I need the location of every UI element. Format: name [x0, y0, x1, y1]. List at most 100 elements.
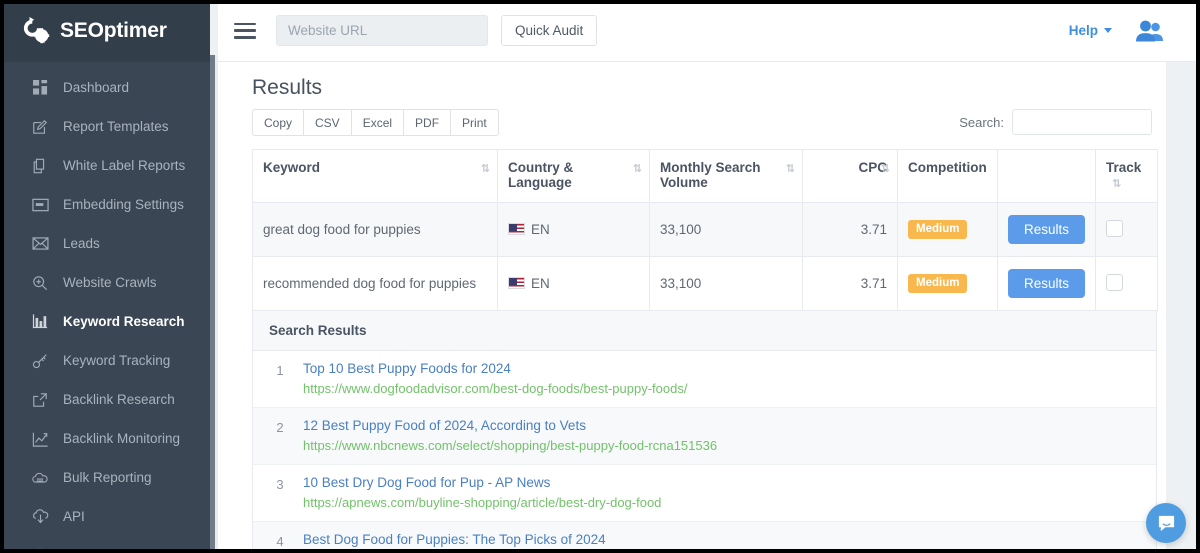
sidebar-item-backlink-research[interactable]: Backlink Research [0, 380, 210, 419]
col-country-language[interactable]: Country & Language ⇅ [498, 150, 650, 203]
list-item: 2 12 Best Puppy Food of 2024, According … [253, 408, 1156, 465]
sidebar-item-label: Dashboard [63, 80, 129, 95]
us-flag-icon [508, 277, 525, 289]
magnifier-plus-icon [30, 274, 50, 292]
export-button-group: Copy CSV Excel PDF Print [252, 109, 499, 136]
copy-button[interactable]: Copy [252, 109, 303, 136]
result-url-link[interactable]: https://www.nbcnews.com/select/shopping/… [303, 438, 717, 453]
website-url-input[interactable] [276, 15, 488, 46]
users-account-icon[interactable] [1134, 19, 1164, 43]
result-rank: 4 [267, 532, 293, 549]
sidebar-item-label: Bulk Reporting [63, 470, 152, 485]
cell-keyword: great dog food for puppies [253, 203, 498, 257]
cell-track [1096, 203, 1158, 257]
sidebar-item-report-templates[interactable]: Report Templates [0, 107, 210, 146]
language-code: EN [531, 222, 550, 237]
sidebar-item-label: Leads [63, 236, 100, 251]
keyword-results-table: Keyword ⇅ Country & Language ⇅ Monthly S… [252, 149, 1158, 311]
result-url-link[interactable]: https://apnews.com/buyline-shopping/arti… [303, 495, 661, 510]
pdf-button[interactable]: PDF [403, 109, 450, 136]
sidebar-scrollbar-thumb[interactable] [210, 55, 215, 553]
col-cpc[interactable]: CPC ⇅ [803, 150, 898, 203]
sidebar-item-bulk-reporting[interactable]: Bulk Reporting [0, 458, 210, 497]
sort-updown-icon[interactable]: ⇅ [633, 162, 641, 175]
result-title-link[interactable]: 12 Best Puppy Food of 2024, According to… [303, 418, 717, 433]
cell-cpc: 3.71 [803, 203, 898, 257]
sidebar-item-embedding-settings[interactable]: Embedding Settings [0, 185, 210, 224]
table-row: recommended dog food for puppies EN 33,1… [253, 257, 1158, 311]
cell-volume: 33,100 [650, 257, 803, 311]
search-results-panel: Search Results 1 Top 10 Best Puppy Foods… [252, 310, 1157, 553]
status-badge: Medium [908, 220, 967, 239]
track-checkbox[interactable] [1106, 274, 1123, 291]
row-results-button[interactable]: Results [1008, 215, 1085, 244]
sidebar-item-label: Embedding Settings [63, 197, 184, 212]
sidebar-item-website-crawls[interactable]: Website Crawls [0, 263, 210, 302]
cell-cpc: 3.71 [803, 257, 898, 311]
sort-updown-icon[interactable]: ⇅ [1112, 177, 1120, 190]
cell-action: Results [998, 203, 1096, 257]
col-monthly-search-volume[interactable]: Monthly Search Volume ⇅ [650, 150, 803, 203]
print-button[interactable]: Print [450, 109, 499, 136]
col-label: Monthly Search Volume [660, 160, 761, 190]
copy-pages-icon [30, 157, 50, 175]
col-keyword[interactable]: Keyword ⇅ [253, 150, 498, 203]
sidebar-item-backlink-monitoring[interactable]: Backlink Monitoring [0, 419, 210, 458]
sidebar-item-keyword-tracking[interactable]: Keyword Tracking [0, 341, 210, 380]
chat-bubble-button[interactable] [1146, 503, 1186, 543]
result-title-link[interactable]: 10 Best Dry Dog Food for Pup - AP News [303, 475, 661, 490]
sidebar-item-white-label-reports[interactable]: White Label Reports [0, 146, 210, 185]
sidebar-item-label: White Label Reports [63, 158, 185, 173]
col-label: Track [1106, 160, 1141, 175]
row-results-button[interactable]: Results [1008, 269, 1085, 298]
key-icon [30, 352, 50, 370]
sidebar-item-label: API [63, 509, 85, 524]
language-code: EN [531, 276, 550, 291]
sidebar-item-label: Report Templates [63, 119, 169, 134]
list-item: 3 10 Best Dry Dog Food for Pup - AP News… [253, 465, 1156, 522]
sidebar-item-api[interactable]: API [0, 497, 210, 536]
embed-box-icon [30, 196, 50, 214]
search-input[interactable] [1012, 109, 1152, 135]
table-header-row: Keyword ⇅ Country & Language ⇅ Monthly S… [253, 150, 1158, 203]
trend-line-icon [30, 430, 50, 448]
result-url-link[interactable]: https://www.dogfoodadvisor.com/best-dog-… [303, 381, 687, 396]
result-title-link[interactable]: Best Dog Food for Puppies: The Top Picks… [303, 532, 653, 547]
seoptimer-gear-logo-icon [22, 16, 52, 46]
window-frame-top [0, 0, 1200, 4]
col-competition: Competition [898, 150, 998, 203]
cell-action: Results [998, 257, 1096, 311]
sidebar-item-dashboard[interactable]: Dashboard [0, 68, 210, 107]
brand-logo-area[interactable]: SEOptimer [0, 0, 210, 62]
cell-volume: 33,100 [650, 203, 803, 257]
hamburger-menu-icon[interactable] [234, 23, 256, 39]
csv-button[interactable]: CSV [303, 109, 351, 136]
sort-updown-icon[interactable]: ⇅ [881, 162, 889, 175]
result-rank: 1 [267, 361, 293, 378]
chat-bubble-icon [1157, 514, 1176, 533]
brand-name: SEOptimer [60, 19, 167, 43]
top-bar: Quick Audit Help [218, 0, 1200, 62]
cell-keyword: recommended dog food for puppies [253, 257, 498, 311]
result-title-link[interactable]: Top 10 Best Puppy Foods for 2024 [303, 361, 687, 376]
track-checkbox[interactable] [1106, 220, 1123, 237]
results-page: Results Copy CSV Excel PDF Print Search: [218, 62, 1200, 553]
sidebar-item-leads[interactable]: Leads [0, 224, 210, 263]
cell-track [1096, 257, 1158, 311]
caret-down-icon [1104, 28, 1112, 33]
col-track[interactable]: Track ⇅ [1096, 150, 1158, 203]
list-item: 1 Top 10 Best Puppy Foods for 2024 https… [253, 351, 1156, 408]
window-frame-left [0, 0, 4, 553]
col-label: Keyword [263, 160, 320, 175]
window-frame-right [1196, 0, 1200, 553]
status-badge: Medium [908, 274, 967, 293]
help-menu[interactable]: Help [1069, 23, 1112, 38]
excel-button[interactable]: Excel [351, 109, 403, 136]
sidebar-item-label: Keyword Tracking [63, 353, 170, 368]
cloud-download-icon [30, 508, 50, 526]
quick-audit-button[interactable]: Quick Audit [501, 15, 597, 46]
sort-updown-icon[interactable]: ⇅ [481, 162, 489, 175]
topbar-right-group: Help [1069, 19, 1200, 43]
sort-updown-icon[interactable]: ⇅ [786, 162, 794, 175]
sidebar-item-keyword-research[interactable]: Keyword Research [0, 302, 210, 341]
